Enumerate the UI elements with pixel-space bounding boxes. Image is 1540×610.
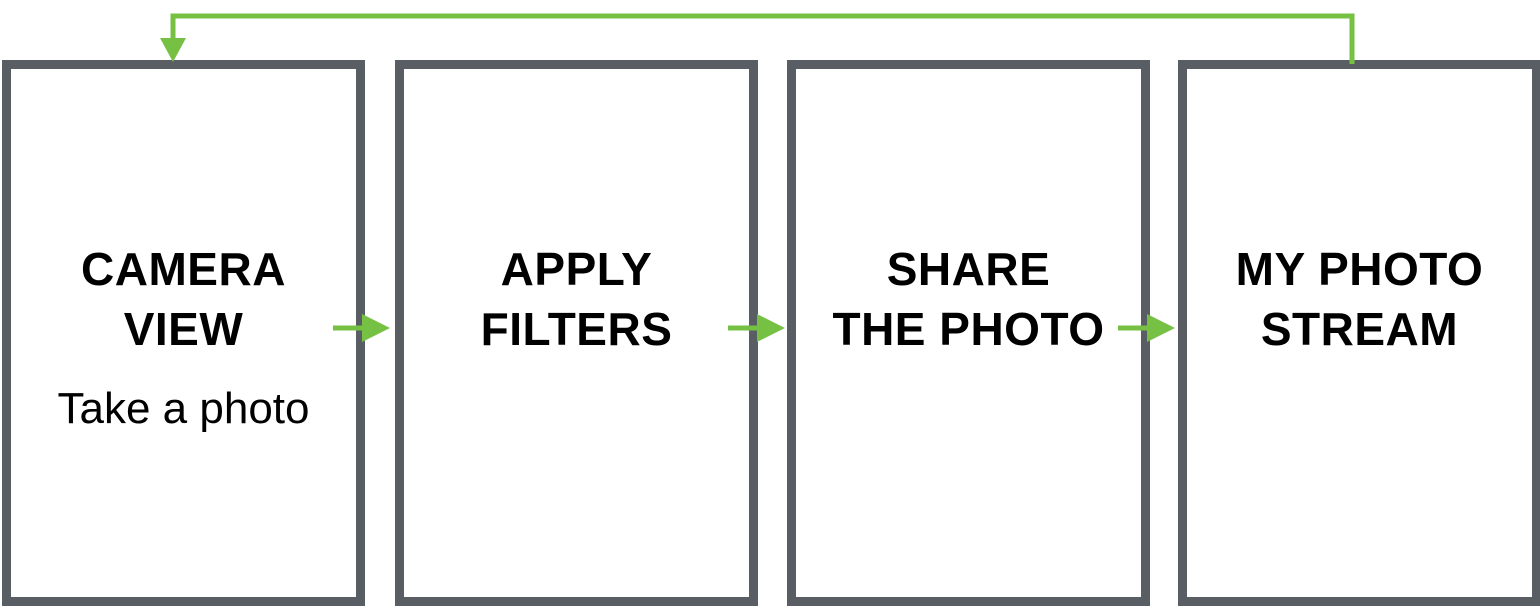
screen-title-line: STREAM [1260,303,1459,355]
screen-title: SHARE THE PHOTO [796,239,1141,359]
screen-my-photo-stream: MY PHOTO STREAM [1178,60,1540,606]
screen-title-line: VIEW [123,303,244,355]
screen-title: MY PHOTO STREAM [1187,239,1532,359]
screen-subtitle: Take a photo [57,384,310,433]
screen-share-the-photo: SHARE THE PHOTO [787,60,1150,606]
screen-title-line: MY PHOTO [1235,243,1484,295]
screen-title: CAMERA VIEW [11,239,356,359]
screen-camera-view: CAMERA VIEW Take a photo [2,60,365,606]
screen-apply-filters: APPLY FILTERS [395,60,758,606]
screen-title-line: FILTERS [480,303,673,355]
screen-title-line: SHARE [886,243,1051,295]
screen-title-line: CAMERA [81,243,286,295]
screen-title-line: THE PHOTO [832,303,1105,355]
screen-title: APPLY FILTERS [404,239,749,359]
loop-back-arrow-icon [160,13,1355,64]
screen-title-line: APPLY [500,243,653,295]
screen-flow-diagram: CAMERA VIEW Take a photo APPLY FILTERS S… [0,0,1540,610]
